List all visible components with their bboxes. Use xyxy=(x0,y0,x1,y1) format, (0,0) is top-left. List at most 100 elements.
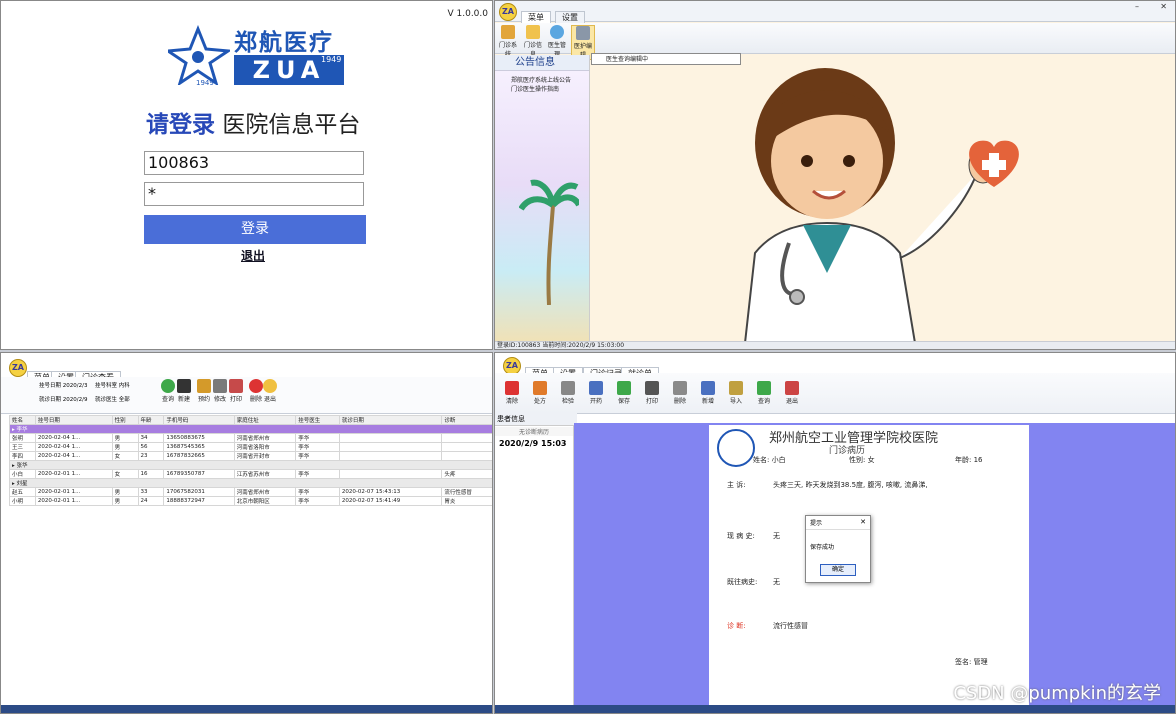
table-cell: 流行性感冒 xyxy=(441,487,492,497)
app-logo-icon: ZA xyxy=(499,3,517,21)
tool-icon xyxy=(673,381,687,395)
record-ribbon-label: 检验 xyxy=(561,398,574,405)
column-header[interactable]: 家庭住址 xyxy=(233,415,297,425)
password-input[interactable]: * xyxy=(144,182,364,206)
table-cell: 赵五 xyxy=(9,487,36,497)
filter-register-date[interactable]: 挂号日期 2020/2/3 xyxy=(39,381,87,389)
present-text[interactable]: 无 xyxy=(773,531,780,541)
minimize-icon[interactable]: – xyxy=(1135,2,1139,11)
ribbon-outpatient-system[interactable]: 门诊系统 xyxy=(497,25,519,58)
patient-age[interactable]: 年龄: 16 xyxy=(955,455,983,465)
tool-icon xyxy=(589,381,603,395)
filter-doctor[interactable]: 就诊医生 全部 xyxy=(95,395,130,403)
table-row[interactable]: 小白 2020-02-01 1... 女 16 16789350787 江苏省苏州市 李华 头… xyxy=(9,469,492,479)
record-ribbon-button[interactable]: 保存 xyxy=(613,381,635,405)
diagnosis-text[interactable]: 流行性感冒 xyxy=(773,621,808,631)
filter-visit-date[interactable]: 就诊日期 2020/2/9 xyxy=(39,395,87,403)
record-ribbon-button[interactable]: 导入 xyxy=(725,381,747,405)
record-ribbon-label: 导入 xyxy=(729,398,742,405)
table-cell: 34 xyxy=(137,433,165,443)
record-ribbon-button[interactable]: 开药 xyxy=(585,381,607,405)
past-text[interactable]: 无 xyxy=(773,577,780,587)
table-cell xyxy=(441,442,492,452)
column-header[interactable]: 姓名 xyxy=(9,415,36,425)
column-header[interactable]: 就诊日期 xyxy=(338,415,443,425)
table-row[interactable]: 赵五 2020-02-01 1... 男 33 17067582031 河南省郑州市 李华 2… xyxy=(9,487,492,497)
table-row[interactable]: 小明 2020-02-01 1... 男 24 18888372947 北京市朝阳区 李华 2… xyxy=(9,496,492,506)
table-cell xyxy=(338,442,443,452)
table-cell: 男 xyxy=(111,487,139,497)
patient-name[interactable]: 姓名: 小白 xyxy=(753,455,786,465)
ribbon-doctor-mgmt[interactable]: 医生管理 xyxy=(546,25,568,58)
close-icon[interactable]: ✕ xyxy=(860,518,866,526)
table-cell: 13650883675 xyxy=(163,433,235,443)
table-cell: 2020-02-04 1... xyxy=(34,442,113,452)
record-ribbon-label: 打印 xyxy=(645,398,658,405)
record-ribbon-button[interactable]: 处方 xyxy=(529,381,551,405)
logo-year-small: 1949 xyxy=(196,79,214,87)
record-ribbon-button[interactable]: 退出 xyxy=(781,381,803,405)
notice-item[interactable]: 郑航医疗系统上线公告 xyxy=(511,75,571,84)
table-cell: 23 xyxy=(137,451,165,461)
tool-icon xyxy=(617,381,631,395)
column-header[interactable]: 手机号码 xyxy=(163,415,235,425)
table-row[interactable]: 李四 2020-02-04 1... 女 23 16787832665 河南省开封市 李华 xyxy=(9,451,492,461)
patient-panel-header: 患者信息 xyxy=(495,413,577,426)
list-new-button[interactable]: 新建 xyxy=(173,379,195,403)
record-ribbon-button[interactable]: 检验 xyxy=(557,381,579,405)
login-button[interactable]: 登录 xyxy=(144,215,366,244)
group-row[interactable]: ▸ 刘星 xyxy=(9,478,492,488)
table-cell: 女 xyxy=(111,451,139,461)
username-input[interactable]: 100863 xyxy=(144,151,364,175)
table-cell: 江苏省苏州市 xyxy=(233,469,297,479)
column-header[interactable]: 挂号医生 xyxy=(295,415,340,425)
record-ribbon-label: 退出 xyxy=(785,398,798,405)
dialog-ok-button[interactable]: 确定 xyxy=(820,564,856,576)
table-cell: 33 xyxy=(137,487,165,497)
heart-cross-icon xyxy=(969,140,1019,187)
column-header[interactable]: 诊断 xyxy=(441,415,492,425)
table-row[interactable]: 王三 2020-02-04 1... 男 56 13687545365 河南省洛阳市 李华 xyxy=(9,442,492,452)
record-ribbon-button[interactable]: 查询 xyxy=(753,381,775,405)
record-window: ZA 菜单 设置 门诊记录 就诊单 清除处方检验开药保存打印删除新增导入查询退出… xyxy=(494,352,1176,714)
table-cell: 2020-02-01 1... xyxy=(34,487,113,497)
exit-link[interactable]: 退出 xyxy=(241,247,265,264)
record-ribbon: 清除 处方 检验 开药 保存 打印 删除 新增 导入 查询 退出 xyxy=(495,373,1175,414)
list-print-button[interactable]: 打印 xyxy=(225,379,247,403)
table-cell: 李华 xyxy=(295,487,340,497)
tool-icon xyxy=(533,381,547,395)
complaint-text[interactable]: 头疼三天, 昨天发烧到38.5度, 腹泻, 咳嗽, 流鼻涕, xyxy=(773,480,928,490)
ribbon-outpatient-info[interactable]: 门诊信息 xyxy=(522,25,544,58)
table-cell: 小白 xyxy=(9,469,36,479)
visit-date[interactable]: 2020/2/9 15:03 xyxy=(499,439,567,448)
column-header[interactable]: 挂号日期 xyxy=(34,415,113,425)
table-row[interactable]: 张明 2020-02-04 1... 男 34 13650883675 河南省郑州市 李华 xyxy=(9,433,492,443)
record-ribbon-button[interactable]: 删除 xyxy=(669,381,691,405)
hospital-seal-icon xyxy=(717,429,755,467)
list-exit-button[interactable]: 退出 xyxy=(259,379,281,403)
login-title-rest: 医院信息平台 xyxy=(222,112,361,138)
record-ribbon-label: 新增 xyxy=(701,398,714,405)
table-cell: 男 xyxy=(111,496,139,506)
filter-department[interactable]: 挂号科室 内科 xyxy=(95,381,130,389)
table-cell: 头疼 xyxy=(441,469,492,479)
record-ribbon-button[interactable]: 新增 xyxy=(697,381,719,405)
column-header[interactable]: 年龄 xyxy=(137,415,165,425)
table-cell: 56 xyxy=(137,442,165,452)
close-icon[interactable]: ✕ xyxy=(1160,2,1167,11)
group-row[interactable]: ▸ 张华 xyxy=(9,460,492,470)
patient-gender[interactable]: 性别: 女 xyxy=(849,455,875,465)
list-ribbon: 挂号日期 2020/2/3 就诊日期 2020/2/9 挂号科室 内科 就诊医生… xyxy=(1,377,492,414)
column-header[interactable]: 性别 xyxy=(111,415,139,425)
table-cell xyxy=(441,451,492,461)
doctor-illustration xyxy=(743,68,998,343)
notice-item[interactable]: 门诊医生操作指南 xyxy=(511,84,559,93)
globe-icon xyxy=(550,25,564,39)
group-row[interactable]: ▸ 李华 xyxy=(9,424,492,434)
table-cell: 李华 xyxy=(295,433,340,443)
table-cell xyxy=(338,433,443,443)
record-ribbon-button[interactable]: 清除 xyxy=(501,381,523,405)
message-dialog: 提示 ✕ 保存成功 确定 xyxy=(805,515,871,583)
table-cell: 16789350787 xyxy=(163,469,235,479)
record-ribbon-button[interactable]: 打印 xyxy=(641,381,663,405)
